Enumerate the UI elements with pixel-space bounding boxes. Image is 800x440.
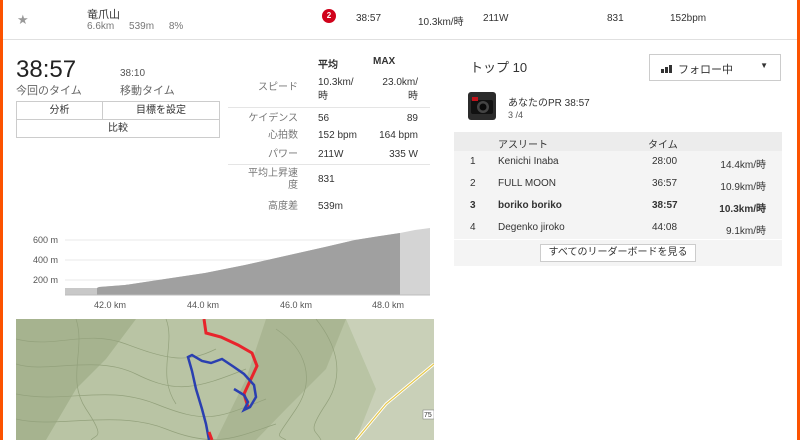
- leaderboard-header: アスリート タイム: [454, 132, 782, 151]
- y-tick-600: 600 m: [33, 235, 58, 245]
- speed-avg-line2: 時: [318, 91, 328, 102]
- rank-cell: 3: [470, 200, 476, 211]
- following-filter-dropdown[interactable]: フォロー中 ▼: [649, 54, 781, 81]
- vam-label-line1: 平均上昇速: [248, 168, 298, 179]
- power-avg: 211W: [318, 149, 344, 160]
- route-map[interactable]: 75: [16, 319, 434, 440]
- speed-max: 23.0km/ 時: [373, 76, 418, 104]
- x-tick-46: 46.0 km: [280, 300, 312, 310]
- analyze-button[interactable]: 分析: [16, 101, 103, 120]
- view-full-leaderboard-button[interactable]: すべてのリーダーボードを見る: [540, 244, 696, 262]
- leaderboard-row[interactable]: 1 Kenichi Inaba 28:00 14.4km/時: [454, 151, 782, 173]
- elevation-diff-avg: 539m: [318, 201, 344, 212]
- time-cell: 44:08: [652, 222, 678, 233]
- speed-max-line2: 時: [408, 91, 418, 102]
- segment-elevation: 539m: [129, 21, 155, 32]
- leaderboard-row-current-athlete[interactable]: 3 boriko boriko 38:57 10.3km/時: [454, 195, 782, 217]
- top10-title: トップ 10: [470, 60, 528, 75]
- segment-time: 38:57: [356, 13, 382, 24]
- heart-rate-avg: 152 bpm: [318, 130, 357, 141]
- vam-avg: 831: [318, 174, 335, 185]
- pr-title: あなたのPR 38:57: [508, 98, 590, 109]
- speed-avg: 10.3km/ 時: [318, 76, 363, 104]
- elapsed-time: 38:57: [16, 56, 77, 83]
- page-left-border: [0, 0, 3, 440]
- avatar[interactable]: [468, 92, 496, 120]
- leaderboard-footer: すべてのリーダーボードを見る: [454, 240, 782, 266]
- vam-label-line2: 度: [288, 180, 298, 191]
- vam-label: 平均上昇速 度: [228, 168, 298, 192]
- x-tick-48: 48.0 km: [372, 300, 404, 310]
- time-cell: 36:57: [652, 178, 678, 189]
- stats-divider: [228, 164, 430, 165]
- athlete-name-link[interactable]: Degenko jiroko: [498, 222, 565, 233]
- segment-name[interactable]: 竜爪山: [87, 6, 120, 22]
- cadence-label: ケイデンス: [248, 113, 298, 124]
- power-max: 335 W: [389, 149, 418, 160]
- leaderboard-row[interactable]: 2 FULL MOON 36:57 10.9km/時: [454, 173, 782, 195]
- caret-down-icon: ▼: [760, 61, 768, 70]
- speed-avg-line1: 10.3km/: [318, 77, 354, 88]
- max-header: MAX: [373, 56, 396, 67]
- rank-cell: 1: [470, 156, 476, 167]
- x-tick-44: 44.0 km: [187, 300, 219, 310]
- heart-rate-max: 164 bpm: [379, 130, 418, 141]
- segment-meta: 6.6km 539m 8%: [87, 21, 195, 32]
- speed-cell: 9.1km/時: [725, 226, 766, 237]
- segment-summary-row[interactable]: ★ 竜爪山 6.6km 539m 8% 2 38:57 10.3km/時 211…: [3, 0, 797, 40]
- power-label: パワー: [268, 149, 298, 160]
- moving-time-label: 移動タイム: [120, 85, 175, 97]
- road-number-label: 75: [424, 412, 432, 419]
- speed-cell: 14.4km/時: [720, 160, 766, 171]
- segment-heart-rate: 152bpm: [670, 13, 707, 24]
- segment-grade: 8%: [168, 21, 184, 32]
- athlete-column-header: アスリート: [498, 140, 548, 151]
- time-cell: 38:57: [652, 200, 678, 211]
- time-cell: 28:00: [652, 156, 678, 167]
- time-column-header: タイム: [648, 140, 678, 151]
- compare-button[interactable]: 比較: [16, 119, 220, 138]
- speed-cell: 10.9km/時: [720, 182, 766, 193]
- rank-cell: 2: [470, 178, 476, 189]
- cadence-max: 89: [406, 113, 418, 124]
- rank-badge: 2: [322, 9, 336, 23]
- segment-speed: 10.3km/時: [418, 17, 464, 28]
- athlete-name-link[interactable]: FULL MOON: [498, 178, 556, 189]
- elevation-chart[interactable]: 600 m 400 m 200 m 42.0 km 44.0 km 46.0 k…: [25, 222, 435, 314]
- elapsed-time-label: 今回のタイム: [16, 85, 82, 97]
- rank-cell: 4: [470, 222, 476, 233]
- speed-label: スピード: [258, 82, 298, 93]
- segment-distance: 6.6km: [87, 21, 115, 32]
- athlete-name-link[interactable]: Kenichi Inaba: [498, 156, 559, 167]
- stats-divider: [228, 107, 430, 108]
- heart-rate-label: 心拍数: [268, 130, 298, 141]
- personal-record-box: あなたのPR 38:57 3 /4: [454, 88, 782, 132]
- x-tick-42: 42.0 km: [94, 300, 126, 310]
- star-icon[interactable]: ★: [17, 12, 29, 28]
- athlete-name-link[interactable]: boriko boriko: [498, 200, 562, 211]
- elevation-diff-label: 高度差: [268, 201, 298, 212]
- speed-max-line1: 23.0km/: [382, 77, 418, 88]
- bar-chart-icon: [661, 65, 672, 73]
- set-goal-button[interactable]: 目標を設定: [102, 101, 220, 120]
- cadence-avg: 56: [318, 113, 330, 124]
- segment-vam: 831: [607, 13, 624, 24]
- y-tick-400: 400 m: [33, 255, 58, 265]
- speed-cell: 10.3km/時: [719, 204, 766, 215]
- moving-time: 38:10: [120, 68, 146, 79]
- y-tick-200: 200 m: [33, 275, 58, 285]
- segment-power: 211W: [483, 13, 509, 24]
- elevation-tail: [400, 228, 430, 295]
- following-filter-label: フォロー中: [678, 64, 733, 76]
- avg-header: 平均: [318, 60, 338, 71]
- pr-count: 3 /4: [508, 110, 524, 120]
- elevation-segment-area: [97, 233, 400, 295]
- leaderboard-row[interactable]: 4 Degenko jiroko 44:08 9.1km/時: [454, 217, 782, 239]
